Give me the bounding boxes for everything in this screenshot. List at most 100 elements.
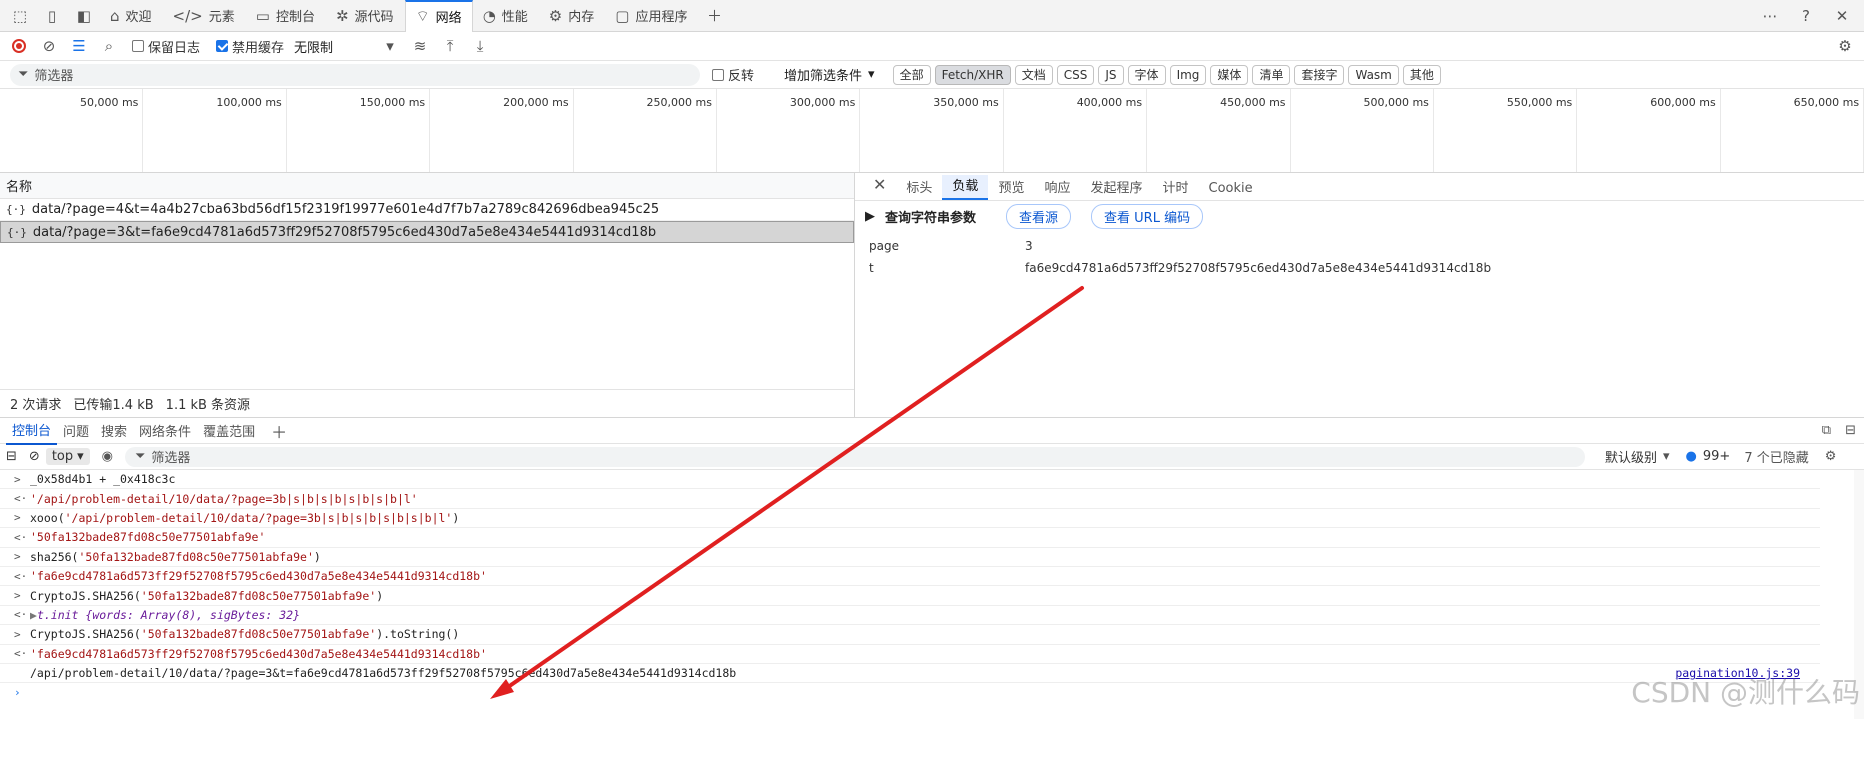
console-text: '/api/problem-detail/10/data/?page=3b|s|… bbox=[64, 510, 453, 525]
disable-cache-checkbox[interactable]: 禁用缓存 bbox=[216, 37, 284, 56]
code-icon: </> bbox=[172, 6, 203, 25]
type-filter-chip[interactable]: Fetch/XHR bbox=[934, 64, 1011, 85]
timeline-column: 50,000 ms bbox=[0, 89, 144, 172]
detail-tab[interactable]: 计时 bbox=[1152, 177, 1198, 200]
throttle-select[interactable]: 无限制 bbox=[294, 37, 333, 56]
timeline-tick-label: 50,000 ms bbox=[79, 96, 139, 109]
filter-input[interactable]: ⏷ 筛选器 bbox=[10, 63, 700, 86]
type-filter-chip[interactable]: 全部 bbox=[892, 64, 931, 85]
drawer-tab[interactable]: 覆盖范围 bbox=[197, 417, 261, 444]
watermark: CSDN @测什么码 bbox=[1631, 676, 1860, 709]
detail-tab[interactable]: 发起程序 bbox=[1080, 177, 1152, 200]
network-conditions-icon[interactable]: ≋ bbox=[407, 33, 433, 59]
timeline-overview[interactable]: 50,000 ms 100,000 ms 150,000 ms 200,000 ms 2… bbox=[0, 89, 1864, 173]
param-row: page 3 bbox=[855, 235, 1864, 257]
param-key: t bbox=[869, 261, 874, 275]
tab-label: 元素 bbox=[208, 10, 235, 25]
request-row[interactable]: {·} data/?page=3&t=fa6e9cd4781a6d573ff29f… bbox=[0, 221, 854, 243]
add-tab-icon[interactable]: ＋ bbox=[271, 419, 287, 443]
console-text: '50fa132bade87fd08c50e77501abfa9e' bbox=[30, 530, 266, 545]
query-string-section[interactable]: ▶ 查询字符串参数 查看源 查看 URL 编码 bbox=[855, 201, 1864, 231]
tab-console[interactable]: ▭ 控制台 bbox=[246, 0, 326, 32]
request-row[interactable]: {·} data/?page=4&t=4a4b27cba63bd56df15f23… bbox=[0, 199, 854, 221]
close-icon[interactable]: ✕ bbox=[1826, 1, 1858, 31]
device-toggle-icon[interactable]: ▯ bbox=[36, 1, 68, 31]
console-line: <· ▶ t.init {words: Array(8), sigBytes: 3… bbox=[0, 606, 1820, 626]
name-column-header[interactable]: 名称 bbox=[0, 173, 854, 199]
log-level-select[interactable]: 默认级别 bbox=[1605, 447, 1657, 466]
more-filters-button[interactable]: 增加筛选条件 bbox=[784, 65, 862, 84]
tab-memory[interactable]: ⚙ 内存 bbox=[539, 0, 605, 32]
drawer-tab[interactable]: 网络条件 bbox=[133, 417, 197, 444]
console-line: <· '/api/problem-detail/10/data/?page=3b|… bbox=[0, 489, 1820, 509]
console-line: > xooo('/api/problem-detail/10/data/?page… bbox=[0, 509, 1820, 529]
tab-bug[interactable]: ✲ 源代码 bbox=[326, 0, 405, 32]
console-line: <· '50fa132bade87fd08c50e77501abfa9e' bbox=[0, 528, 1820, 548]
clear-icon[interactable]: ⊘ bbox=[36, 33, 62, 59]
invert-checkbox[interactable]: 反转 bbox=[712, 65, 754, 84]
export-icon[interactable]: ⤓ bbox=[467, 33, 493, 59]
drawer-tab[interactable]: 控制台 bbox=[6, 416, 58, 445]
chevron-down-icon[interactable]: ▾ bbox=[377, 33, 403, 59]
type-filter-chip[interactable]: Wasm bbox=[1348, 64, 1399, 85]
record-button[interactable] bbox=[6, 33, 32, 59]
type-filter-chip[interactable]: 字体 bbox=[1127, 64, 1166, 85]
preserve-log-checkbox[interactable]: 保留日志 bbox=[132, 37, 200, 56]
type-filter-chip[interactable]: 套接字 bbox=[1294, 64, 1345, 85]
detail-tab[interactable]: 负载 bbox=[942, 175, 989, 200]
console-text: '50fa132bade87fd08c50e77501abfa9e' bbox=[140, 627, 377, 642]
detail-tab[interactable]: Cookie bbox=[1199, 181, 1263, 200]
eye-icon[interactable]: ◉ bbox=[102, 449, 113, 464]
gear-icon[interactable]: ⚙ bbox=[1832, 33, 1858, 59]
tab-application[interactable]: ▢ 应用程序 bbox=[605, 0, 698, 32]
tab-home[interactable]: ⌂ 欢迎 bbox=[100, 0, 163, 32]
application-icon: ▢ bbox=[615, 6, 630, 25]
type-filter-chip[interactable]: 其他 bbox=[1402, 64, 1441, 85]
import-icon[interactable]: ⤒ bbox=[437, 33, 463, 59]
context-select[interactable]: top ▾ bbox=[45, 448, 90, 465]
type-filter-chip[interactable]: 文档 bbox=[1014, 64, 1053, 85]
inspect-icon[interactable]: ⬚ bbox=[4, 1, 36, 31]
more-icon[interactable]: ⋯ bbox=[1754, 1, 1786, 31]
sidebar-icon[interactable]: ◧ bbox=[68, 1, 100, 31]
view-source-button[interactable]: 查看源 bbox=[1006, 203, 1072, 229]
detail-tab[interactable]: 预览 bbox=[988, 177, 1034, 200]
dock-icon[interactable]: ⧉ bbox=[1822, 423, 1831, 438]
close-icon[interactable]: ✕ bbox=[863, 175, 896, 200]
clear-icon[interactable]: ⊘ bbox=[29, 449, 40, 464]
console-text: ).toString() bbox=[376, 627, 460, 642]
timeline-tick-label: 100,000 ms bbox=[216, 96, 282, 109]
sidebar-icon[interactable]: ⊟ bbox=[6, 449, 17, 464]
detail-tab[interactable]: 响应 bbox=[1034, 177, 1080, 200]
add-tab-icon[interactable]: ＋ bbox=[698, 1, 730, 31]
gear-icon[interactable]: ⚙ bbox=[1825, 449, 1837, 464]
timeline-tick-label: 300,000 ms bbox=[789, 96, 856, 109]
type-filter-chip[interactable]: 清单 bbox=[1252, 64, 1291, 85]
type-filter-chip[interactable]: CSS bbox=[1056, 64, 1095, 85]
view-url-encoded-button[interactable]: 查看 URL 编码 bbox=[1091, 203, 1204, 229]
timeline-column: 500,000 ms bbox=[1291, 89, 1434, 172]
console-output[interactable]: > _0x58d4b1 + _0x418c3c <· '/api/problem-de… bbox=[0, 470, 1864, 719]
console-filter-input[interactable]: ⏷ 筛选器 bbox=[125, 446, 1585, 467]
filter-settings-icon[interactable]: ☰ bbox=[66, 33, 92, 59]
detail-tab[interactable]: 标头 bbox=[896, 177, 942, 200]
drawer-tab[interactable]: 问题 bbox=[57, 417, 95, 444]
type-filter-chip[interactable]: 媒体 bbox=[1210, 64, 1249, 85]
type-filter-chip[interactable]: Img bbox=[1169, 64, 1207, 85]
type-filter-chip[interactable]: JS bbox=[1098, 64, 1124, 85]
console-prompt[interactable]: › bbox=[0, 683, 1820, 702]
issues-icon[interactable]: ● bbox=[1686, 449, 1697, 464]
tab-wifi[interactable]: ⌔ 网络 bbox=[404, 0, 473, 32]
drawer-tab-bar: 控制台 问题 搜索 网络条件 覆盖范围 ＋ ⧉ ⊟ bbox=[0, 416, 1864, 445]
timeline-column: 150,000 ms bbox=[287, 89, 431, 172]
console-text: ) bbox=[376, 588, 384, 603]
tab-performance[interactable]: ◔ 性能 bbox=[473, 0, 539, 32]
tab-code[interactable]: </> 元素 bbox=[163, 0, 246, 32]
search-icon[interactable]: ⌕ bbox=[96, 33, 122, 59]
drawer-tab[interactable]: 搜索 bbox=[95, 417, 133, 444]
panel-icon[interactable]: ⊟ bbox=[1845, 423, 1856, 438]
help-icon[interactable]: ? bbox=[1790, 1, 1822, 31]
timeline-tick-label: 350,000 ms bbox=[933, 96, 999, 109]
timeline-column: 300,000 ms bbox=[717, 89, 861, 172]
issues-count[interactable]: 99+ bbox=[1703, 449, 1730, 464]
